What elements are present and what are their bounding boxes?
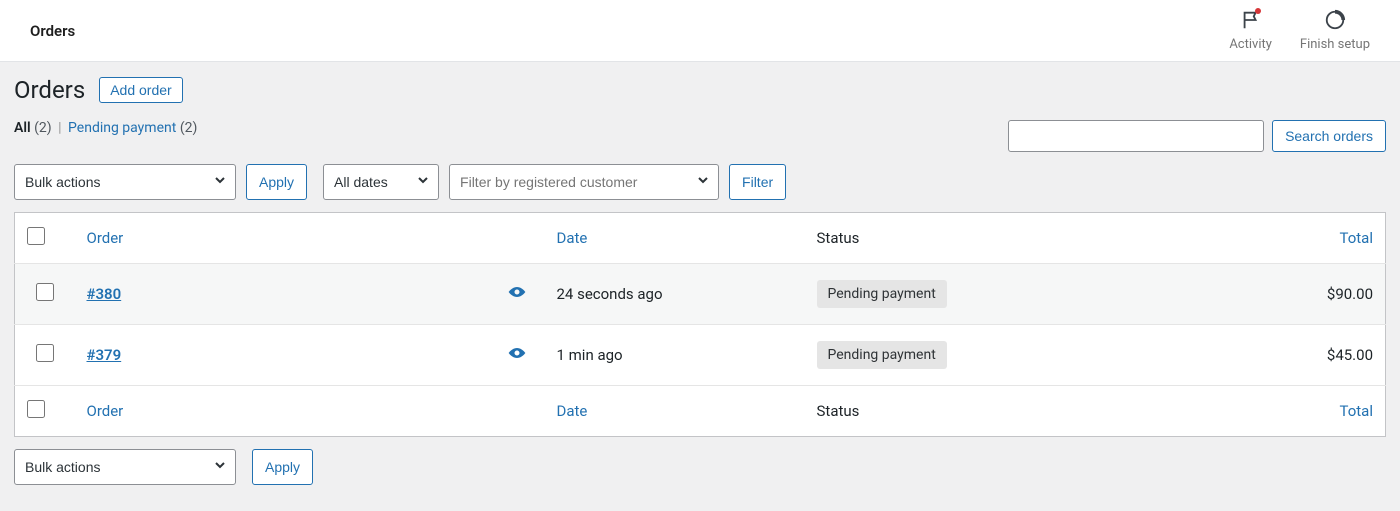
- order-total: $45.00: [1105, 325, 1386, 386]
- preview-button[interactable]: [495, 325, 545, 386]
- column-header-date[interactable]: Date: [545, 213, 805, 264]
- status-badge: Pending payment: [817, 341, 947, 369]
- finish-setup-button[interactable]: Finish setup: [1300, 9, 1370, 52]
- column-footer-order[interactable]: Order: [75, 386, 495, 437]
- column-header-total[interactable]: Total: [1105, 213, 1386, 264]
- filter-button[interactable]: Filter: [729, 164, 786, 200]
- row-checkbox[interactable]: [36, 283, 54, 301]
- orders-table: Order Date Status Total #380 24 seconds …: [14, 212, 1386, 437]
- bulk-actions-select[interactable]: Bulk actions: [14, 164, 236, 200]
- column-footer-status: Status: [805, 386, 1105, 437]
- eye-icon: [507, 346, 527, 364]
- column-footer-total[interactable]: Total: [1105, 386, 1386, 437]
- select-all-checkbox[interactable]: [27, 227, 45, 245]
- order-total: $90.00: [1105, 264, 1386, 325]
- order-link[interactable]: #379: [87, 346, 122, 364]
- date-filter-select[interactable]: All dates: [323, 164, 439, 200]
- apply-bulk-button-bottom[interactable]: Apply: [252, 449, 313, 485]
- page-title: Orders: [14, 76, 85, 104]
- activity-label: Activity: [1229, 37, 1272, 52]
- admin-top-bar: Orders Activity Finish setup: [0, 0, 1400, 62]
- progress-circle-icon: [1324, 9, 1346, 35]
- flag-icon: [1240, 9, 1262, 35]
- status-badge: Pending payment: [817, 280, 947, 308]
- finish-setup-label: Finish setup: [1300, 37, 1370, 52]
- filter-separator: |: [58, 120, 61, 136]
- filter-pending-count: (2): [180, 120, 198, 136]
- search-orders-button[interactable]: Search orders: [1272, 120, 1386, 152]
- filter-all-count: (2): [34, 120, 52, 136]
- preview-button[interactable]: [495, 264, 545, 325]
- column-footer-date[interactable]: Date: [545, 386, 805, 437]
- status-filter-links: All (2) | Pending payment (2): [14, 120, 197, 136]
- order-link[interactable]: #380: [87, 285, 122, 303]
- order-date: 24 seconds ago: [545, 264, 805, 325]
- top-bar-title: Orders: [30, 22, 75, 40]
- table-row[interactable]: #380 24 seconds ago Pending payment $90.…: [15, 264, 1386, 325]
- apply-bulk-button[interactable]: Apply: [246, 164, 307, 200]
- customer-filter-select[interactable]: Filter by registered customer: [449, 164, 719, 200]
- activity-button[interactable]: Activity: [1229, 9, 1272, 52]
- search-input[interactable]: [1008, 120, 1264, 152]
- row-checkbox[interactable]: [36, 344, 54, 362]
- column-header-status: Status: [805, 213, 1105, 264]
- bulk-actions-select-bottom[interactable]: Bulk actions: [14, 449, 236, 485]
- filter-pending-link[interactable]: Pending payment: [68, 120, 176, 136]
- table-row[interactable]: #379 1 min ago Pending payment $45.00: [15, 325, 1386, 386]
- filter-all-link[interactable]: All: [14, 120, 31, 136]
- order-date: 1 min ago: [545, 325, 805, 386]
- select-all-checkbox-footer[interactable]: [27, 400, 45, 418]
- eye-icon: [507, 285, 527, 303]
- add-order-button[interactable]: Add order: [99, 77, 182, 103]
- column-header-order[interactable]: Order: [75, 213, 495, 264]
